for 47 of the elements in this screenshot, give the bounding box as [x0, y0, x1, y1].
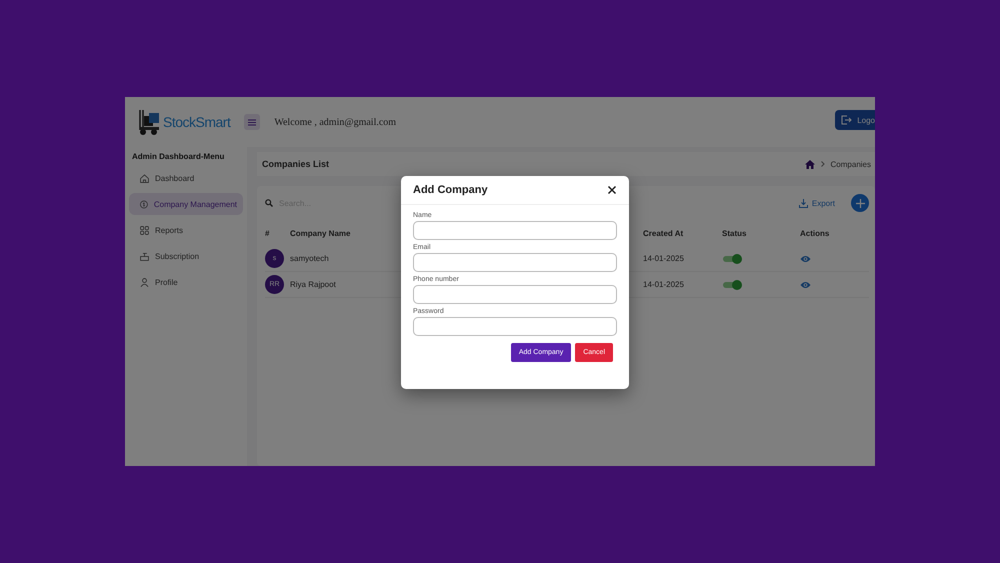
- sidebar-item[interactable]: Company Management: [129, 193, 243, 215]
- eye-icon[interactable]: [800, 254, 811, 262]
- close-icon: [607, 185, 617, 195]
- box-icon: [139, 250, 150, 262]
- forklift-logo-icon: [137, 108, 161, 136]
- add-button[interactable]: [851, 194, 869, 212]
- eye-icon[interactable]: [800, 280, 811, 288]
- input-field[interactable]: [413, 253, 617, 272]
- user-icon: [139, 276, 150, 288]
- status-toggle[interactable]: [722, 254, 742, 264]
- welcome-text: Welcome , admin@gmail.com: [274, 116, 398, 128]
- logo-title: StockSmart: [163, 114, 230, 130]
- sidebar-item[interactable]: Reports: [129, 219, 243, 241]
- download-icon: [798, 198, 808, 208]
- status-toggle[interactable]: [722, 280, 742, 290]
- page-title: Companies List: [262, 159, 330, 169]
- column-header: Company Name: [290, 228, 350, 238]
- input-field[interactable]: [413, 317, 617, 336]
- grid-icon: [139, 224, 150, 236]
- column-header: Actions: [800, 228, 830, 238]
- sidebar-title: Admin Dashboard-Menu: [132, 152, 226, 161]
- info-icon: [139, 198, 149, 210]
- dialog-title: Add Company: [413, 184, 488, 196]
- search-icon: [265, 199, 273, 207]
- logout-icon: [841, 115, 852, 125]
- close-button[interactable]: [607, 185, 617, 195]
- input-field[interactable]: [413, 221, 617, 240]
- table-cell: Riya Rajpoot: [290, 280, 336, 289]
- table-cell: samyotech: [290, 254, 329, 263]
- sidebar-item[interactable]: Dashboard: [129, 167, 243, 189]
- table-cell: 14-01-2025: [643, 280, 684, 289]
- export-button[interactable]: Export: [792, 198, 841, 208]
- column-header: Created At: [643, 228, 684, 238]
- sidebar-item[interactable]: Profile: [129, 271, 243, 293]
- table-cell: 14-01-2025: [643, 254, 684, 263]
- logout-button[interactable]: Logo: [835, 110, 875, 130]
- home-icon: [139, 172, 150, 184]
- column-header: #: [265, 228, 270, 238]
- sidebar-item[interactable]: Subscription: [129, 245, 243, 267]
- input-field[interactable]: [413, 285, 617, 304]
- menu-button[interactable]: [244, 114, 260, 130]
- home-icon[interactable]: [804, 160, 815, 168]
- chevron-icon: [820, 161, 825, 167]
- column-header: Status: [722, 228, 746, 238]
- plus-icon: [856, 198, 864, 208]
- menu-icon: [248, 118, 256, 126]
- breadcrumb-item[interactable]: Companies: [830, 160, 871, 168]
